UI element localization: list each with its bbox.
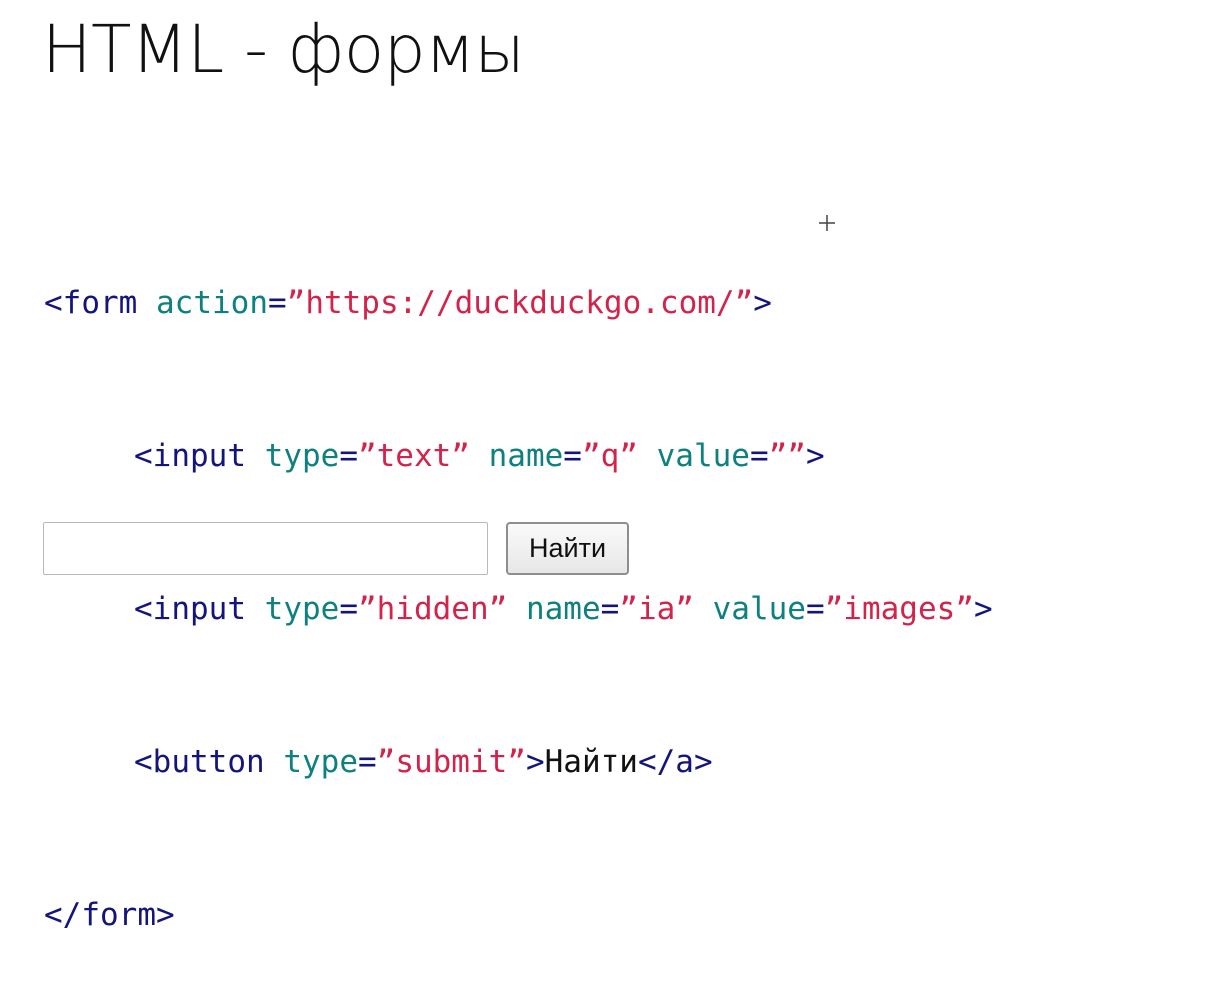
code-attribute: type <box>283 744 358 780</box>
code-tag: <input <box>134 591 246 627</box>
code-attribute: type <box>264 591 340 627</box>
code-attribute: name <box>488 438 564 474</box>
code-string: ”” <box>768 438 806 474</box>
code-equals: = <box>339 591 358 627</box>
code-tag: > <box>753 285 772 321</box>
code-line-input-text: <input type=”text” name=”q” value=””> <box>44 431 993 482</box>
code-line-form-close: </form> <box>44 890 993 941</box>
code-tag: > <box>805 438 825 474</box>
crosshair-cursor-icon <box>819 215 835 231</box>
search-button[interactable]: Найти <box>506 522 630 575</box>
code-equals: = <box>563 438 582 474</box>
code-attribute: value <box>712 591 806 627</box>
code-tag: <form <box>44 285 138 321</box>
code-string: ”hidden” <box>357 591 508 627</box>
code-string: ”ia” <box>619 591 694 627</box>
code-attribute: action <box>156 285 268 321</box>
search-input[interactable] <box>43 522 488 575</box>
code-string: ”text” <box>357 438 470 474</box>
code-equals: = <box>357 744 377 780</box>
code-line-button: <button type=”submit”>Найти</a> <box>44 737 993 788</box>
code-equals: = <box>749 438 769 474</box>
search-form: Найти <box>43 522 630 575</box>
code-tag: > <box>973 591 993 627</box>
code-tag: > <box>525 744 545 780</box>
code-string: ”q” <box>581 438 638 474</box>
code-sample: <form action=”https://duckduckgo.com/”> … <box>44 176 993 992</box>
code-attribute: value <box>656 438 750 474</box>
code-line-form-open: <form action=”https://duckduckgo.com/”> <box>44 278 993 329</box>
code-attribute: name <box>525 591 601 627</box>
page-title: HTML - формы <box>42 11 525 88</box>
code-equals: = <box>805 591 825 627</box>
code-line-input-hidden: <input type=”hidden” name=”ia” value=”im… <box>44 584 993 635</box>
code-equals: = <box>267 285 287 321</box>
code-equals: = <box>600 591 620 627</box>
code-attribute: type <box>264 438 340 474</box>
code-text: Найти <box>544 744 638 780</box>
code-string: ”images” <box>824 591 974 627</box>
code-tag: </form> <box>44 897 175 933</box>
code-string: ”submit” <box>376 744 526 780</box>
code-tag: </a> <box>637 744 713 780</box>
code-equals: = <box>339 438 358 474</box>
code-tag: <button <box>134 744 265 780</box>
code-tag: <input <box>134 438 246 474</box>
code-string: ”https://duckduckgo.com/” <box>286 285 754 321</box>
